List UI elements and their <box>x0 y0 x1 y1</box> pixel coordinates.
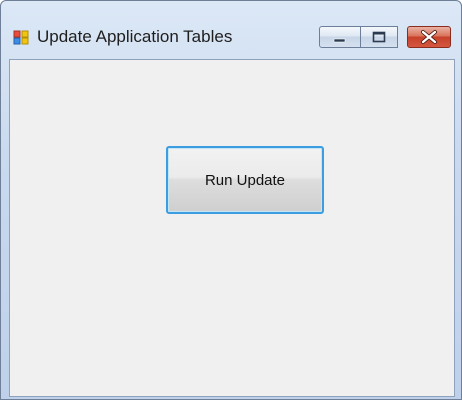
title-bar[interactable]: Update Application Tables <box>1 1 461 67</box>
minimize-button[interactable] <box>319 26 361 48</box>
windows-form-icon[interactable] <box>13 29 29 45</box>
maximize-icon <box>372 31 386 43</box>
window-title: Update Application Tables <box>37 27 233 46</box>
close-button[interactable] <box>407 26 451 48</box>
form-client-area: Run Update <box>9 59 455 397</box>
close-icon <box>421 30 437 44</box>
run-update-button[interactable]: Run Update <box>166 146 324 214</box>
application-window: Update Application Tables Run Update <box>0 0 462 400</box>
maximize-button[interactable] <box>360 26 398 48</box>
minimize-icon <box>333 38 346 43</box>
